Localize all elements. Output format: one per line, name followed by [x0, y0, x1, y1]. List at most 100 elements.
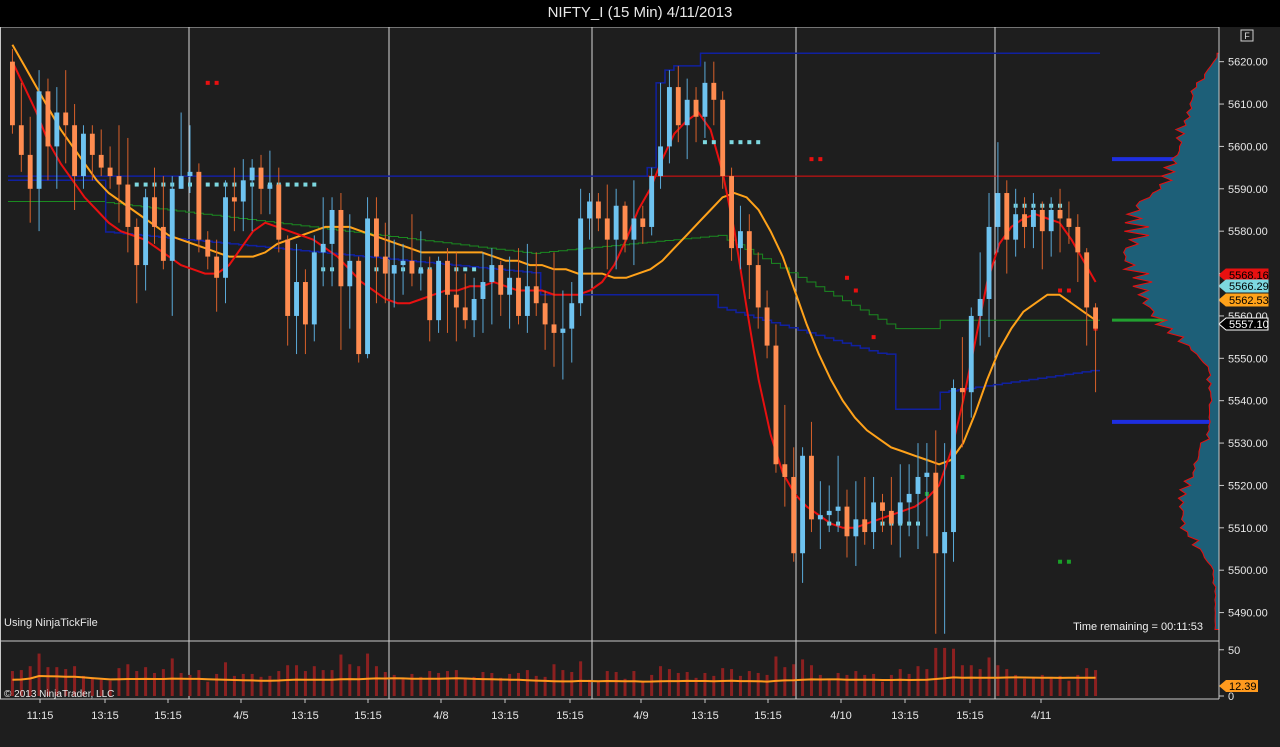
- candle-body: [205, 239, 211, 257]
- volume-bar: [747, 671, 751, 696]
- time-tick-label: 13:15: [291, 710, 319, 722]
- volume-bar: [889, 674, 893, 696]
- candle-body: [542, 303, 548, 325]
- volume-bar: [960, 665, 964, 696]
- price-chart[interactable]: 5490.00 5500.00 5510.00 5520.00 5530.00 5540.…: [0, 27, 1280, 747]
- volume-bar: [605, 671, 609, 696]
- volume-bar: [250, 673, 254, 696]
- volume-bar: [827, 679, 831, 696]
- price-tick-label: 5620.00: [1228, 57, 1268, 69]
- price-tick-label: 5590.00: [1228, 184, 1268, 196]
- volume-bar: [206, 681, 210, 696]
- volume-bar: [525, 670, 529, 696]
- volume-bar: [179, 672, 183, 696]
- candle-body: [959, 387, 965, 393]
- candle-body: [658, 146, 663, 177]
- time-tick-label: 4/8: [433, 710, 448, 722]
- source-note: Using NinjaTickFile: [4, 617, 98, 629]
- volume-bar: [410, 673, 414, 696]
- volume-bar: [845, 674, 849, 696]
- candle-body: [631, 218, 637, 240]
- window-title: NIFTY_I (15 Min) 4/11/2013: [547, 4, 733, 21]
- candle-body: [746, 231, 752, 266]
- candle-body: [569, 303, 575, 329]
- candle-body: [649, 176, 655, 227]
- price-tick-label: 5500.00: [1228, 565, 1268, 577]
- volume-bar: [676, 672, 680, 696]
- marker-dot: [134, 182, 139, 187]
- volume-bar: [437, 672, 441, 696]
- time-tick-label: 15:15: [754, 710, 782, 722]
- candle-body: [45, 91, 51, 147]
- volume-bar: [481, 672, 485, 696]
- candle-body: [1039, 209, 1045, 232]
- candle-body: [1030, 209, 1036, 227]
- candle-body: [276, 184, 282, 240]
- candle-body: [365, 218, 371, 355]
- volume-bar: [1094, 670, 1098, 696]
- volume-bar: [996, 665, 1000, 696]
- candle-body: [178, 176, 184, 189]
- candle-body: [391, 265, 397, 274]
- time-tick-label: 4/10: [830, 710, 851, 722]
- marker-dot-red: [853, 288, 858, 293]
- candle-body: [480, 282, 486, 299]
- marker-dot: [738, 140, 743, 145]
- volume-bar: [321, 670, 325, 696]
- candle-body: [267, 184, 273, 189]
- candle-body: [143, 197, 149, 266]
- time-tick-label: 13:15: [91, 710, 119, 722]
- candle-body: [400, 260, 406, 266]
- candle-body: [116, 176, 122, 185]
- candle-body: [471, 298, 477, 321]
- volume-bar: [880, 681, 884, 696]
- candle-body: [817, 515, 823, 520]
- candle-body: [347, 260, 353, 287]
- candle-body: [258, 167, 264, 189]
- candle-body: [231, 197, 237, 202]
- marker-dot: [205, 182, 210, 187]
- candle-body: [125, 184, 131, 227]
- marker-dot: [143, 182, 148, 187]
- candle-body: [906, 493, 912, 503]
- candle-body: [764, 307, 770, 346]
- marker-dot-red: [818, 157, 823, 162]
- candle-body: [214, 256, 220, 278]
- candle-body: [800, 455, 806, 554]
- volume-bar: [383, 672, 387, 696]
- candle-body: [249, 167, 255, 181]
- candle-body: [640, 218, 646, 227]
- marker-dot-red: [1058, 288, 1063, 293]
- candle-body: [524, 286, 530, 316]
- candle-body: [418, 269, 424, 274]
- price-tick-label: 5520.00: [1228, 480, 1268, 492]
- candle-body: [507, 277, 513, 295]
- volume-bar: [516, 672, 520, 696]
- volume-bar: [241, 673, 245, 696]
- candle-body: [782, 464, 788, 477]
- price-tick-label: 5490.00: [1228, 608, 1268, 620]
- candle-body: [684, 99, 690, 126]
- volume-bar: [303, 671, 307, 696]
- volume-bar: [401, 678, 405, 696]
- candle-body: [711, 82, 717, 100]
- volume-bar: [854, 671, 858, 696]
- candle-body: [809, 455, 814, 520]
- volume-bar: [836, 672, 840, 696]
- volume-bar: [765, 674, 769, 696]
- candle-body: [134, 226, 140, 266]
- volume-bar: [1005, 669, 1009, 696]
- candle-body: [1066, 218, 1072, 227]
- candle-body: [1084, 252, 1090, 308]
- candle-body: [560, 328, 566, 333]
- candle-body: [160, 226, 166, 261]
- volume-bar: [561, 670, 565, 696]
- chart-background: [0, 27, 1280, 747]
- candle-body: [533, 286, 539, 304]
- candle-body: [81, 133, 86, 177]
- volume-bar: [445, 671, 449, 696]
- candle-body: [302, 282, 308, 325]
- volume-bar: [614, 672, 618, 696]
- candle-body: [98, 154, 104, 168]
- volume-bar: [588, 679, 592, 696]
